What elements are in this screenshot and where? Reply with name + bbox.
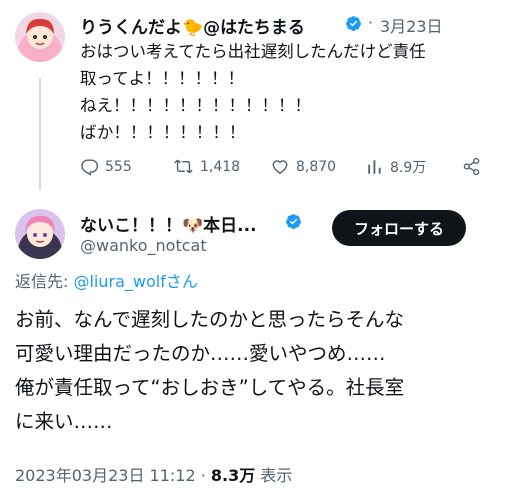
first-user-name-text: りうくんだよ🐤@はたちまる [80, 18, 305, 38]
views-count: 8.9万 [390, 160, 427, 176]
second-user-handle[interactable]: @wanko_notcat [80, 236, 207, 255]
first-tweet-line: ばか！！！！！！！！ [80, 123, 246, 142]
like-count: 8,870 [296, 158, 337, 175]
first-tweet-date[interactable]: 3月23日 [380, 13, 443, 37]
tweet-timestamp[interactable]: 2023年03月23日 11:12 [15, 466, 196, 485]
first-tweet-line: ねえ！！！！！！！！！！！！ [80, 96, 311, 115]
avatar-first-user[interactable] [15, 12, 65, 62]
retweet-icon [174, 159, 193, 174]
first-tweet-line: 取ってよ！！！！！！ [80, 69, 245, 88]
verified-badge-icon [345, 14, 362, 33]
views-action[interactable]: 8.9万 [366, 157, 426, 177]
reply-action[interactable]: 555 [80, 157, 132, 176]
second-user-name-text: ないこ！！！🐶本日... [80, 216, 257, 236]
second-user-display-name[interactable]: ないこ！！！🐶本日... [80, 211, 257, 236]
tweet-meta-line: 2023年03月23日 11:12 · 8.3万 表示 [15, 462, 292, 486]
second-tweet-body: お前、なんで遅刻したのかと思ったらそんな 可愛い理由だったのか……愛いやつめ……… [15, 303, 404, 439]
follow-button[interactable]: フォローする [332, 210, 466, 246]
thread-connector-line [39, 78, 41, 190]
share-icon [463, 157, 480, 176]
views-chart-icon [368, 160, 381, 174]
avatar-second-user[interactable] [15, 209, 65, 259]
second-tweet-line: に来い…… [15, 410, 113, 433]
second-tweet-line: 可愛い理由だったのか……愛いやつめ…… [15, 342, 386, 365]
reply-icon [81, 159, 99, 176]
second-tweet-line: 俺が責任取って“おしおき”してやる。社長室 [15, 376, 405, 399]
view-label: 表示 [260, 466, 293, 485]
reply-to-link[interactable]: @liura_wolfさん [73, 272, 197, 291]
first-tweet-date-separator: · [368, 13, 374, 32]
retweet-count: 1,418 [200, 158, 241, 175]
retweet-action[interactable]: 1,418 [173, 157, 240, 176]
verified-badge-icon [285, 212, 302, 231]
first-tweet-body: おはつい考えてたら出社遅刻したんだけど責任 取ってよ！！！！！！ ねえ！！！！！… [80, 38, 426, 146]
second-tweet-line: お前、なんで遅刻したのかと思ったらそんな [15, 308, 405, 331]
reply-to-prefix: 返信先: [15, 272, 74, 291]
reply-count: 555 [105, 158, 132, 175]
meta-separator: · [200, 466, 206, 485]
share-action[interactable] [462, 157, 481, 180]
view-count: 8.3万 [210, 466, 256, 485]
heart-icon [272, 160, 288, 175]
first-tweet-line: おはつい考えてたら出社遅刻したんだけど責任 [80, 42, 426, 61]
like-action[interactable]: 8,870 [270, 157, 336, 176]
reply-to-line: 返信先: @liura_wolfさん [15, 268, 198, 292]
first-user-display-name[interactable]: りうくんだよ🐤@はたちまる [80, 13, 305, 38]
